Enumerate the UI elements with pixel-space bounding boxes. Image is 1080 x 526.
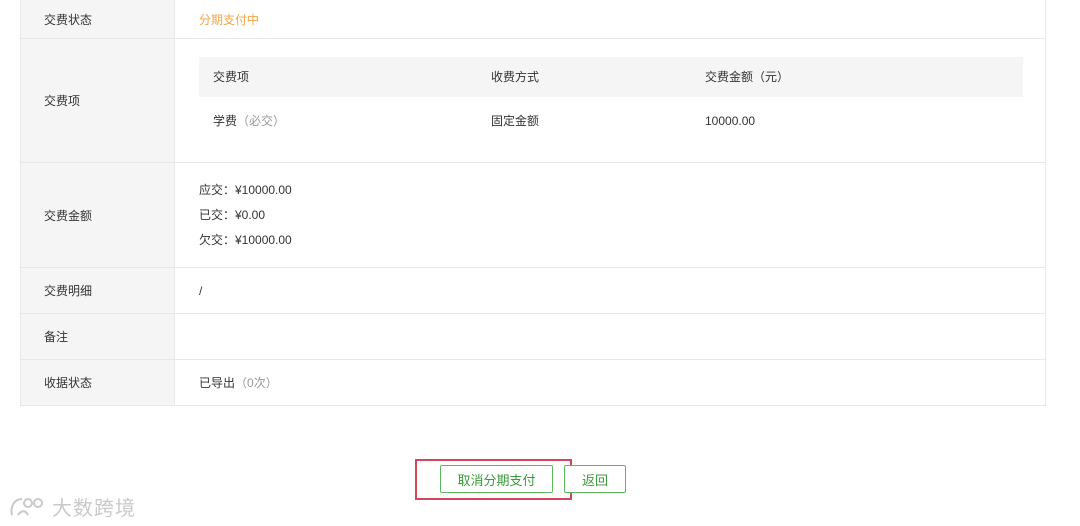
item-amount: 10000.00 — [705, 113, 756, 128]
row-payment-status: 交费状态 分期支付中 — [21, 0, 1045, 38]
payment-status-label: 交费状态 — [21, 0, 175, 38]
watermark-logo-icon — [10, 497, 43, 516]
items-header-amount: 交费金额（元） — [705, 70, 790, 84]
payment-amount-value-cell: 应交：¥10000.00 已交：¥0.00 欠交：¥10000.00 — [175, 163, 1045, 267]
receipt-status-label: 收据状态 — [21, 360, 175, 405]
action-bar: 取消分期支付 返回 — [0, 465, 1080, 495]
cancel-installment-button[interactable]: 取消分期支付 — [440, 465, 553, 493]
items-table-header: 交费项 收费方式 交费金额（元） — [199, 56, 1023, 97]
row-payment-amount: 交费金额 应交：¥10000.00 已交：¥0.00 欠交：¥10000.00 — [21, 162, 1045, 267]
receipt-status-value: 已导出 — [199, 376, 236, 390]
watermark: 大数跨境 — [8, 492, 136, 521]
table-row: 学费（必交） 固定金额 10000.00 — [199, 97, 1023, 145]
item-required-note: （必交） — [237, 114, 286, 128]
payment-status-value-cell: 分期支付中 — [175, 0, 1045, 38]
row-receipt-status: 收据状态 已导出 （0次） — [21, 359, 1045, 405]
amount-due: 应交：¥10000.00 — [199, 182, 292, 197]
item-name: 学费 — [213, 114, 238, 128]
remarks-value — [175, 314, 1045, 359]
item-name-cell: 学费（必交） — [199, 112, 491, 129]
back-button[interactable]: 返回 — [564, 465, 626, 493]
payment-detail-table: 交费状态 分期支付中 交费项 交费项 收费方式 交费金额（元） 学费（必交） 固… — [20, 0, 1046, 406]
watermark-text: 大数跨境 — [52, 498, 136, 520]
items-header-method: 收费方式 — [491, 70, 540, 84]
payment-status-value: 分期支付中 — [199, 12, 260, 27]
row-payment-items: 交费项 交费项 收费方式 交费金额（元） 学费（必交） 固定金额 10000.0… — [21, 38, 1045, 162]
items-header-item: 交费项 — [213, 70, 250, 84]
receipt-export-count: （0次） — [235, 376, 278, 390]
payment-breakdown-label: 交费明细 — [21, 268, 175, 313]
amount-paid: 已交：¥0.00 — [199, 207, 266, 222]
payment-items-label: 交费项 — [21, 39, 175, 162]
remarks-label: 备注 — [21, 314, 175, 359]
receipt-status-value-cell: 已导出 （0次） — [175, 360, 1045, 405]
amount-lines: 应交：¥10000.00 已交：¥0.00 欠交：¥10000.00 — [199, 178, 292, 253]
row-payment-breakdown: 交费明细 / — [21, 267, 1045, 313]
payment-items-table: 交费项 收费方式 交费金额（元） 学费（必交） 固定金额 10000.00 — [199, 56, 1023, 145]
row-remarks: 备注 — [21, 313, 1045, 359]
payment-amount-label: 交费金额 — [21, 163, 175, 267]
amount-owed: 欠交：¥10000.00 — [199, 232, 292, 247]
item-method: 固定金额 — [491, 114, 540, 128]
payment-items-value-cell: 交费项 收费方式 交费金额（元） 学费（必交） 固定金额 10000.00 — [175, 39, 1045, 162]
payment-breakdown-value: / — [199, 283, 203, 298]
